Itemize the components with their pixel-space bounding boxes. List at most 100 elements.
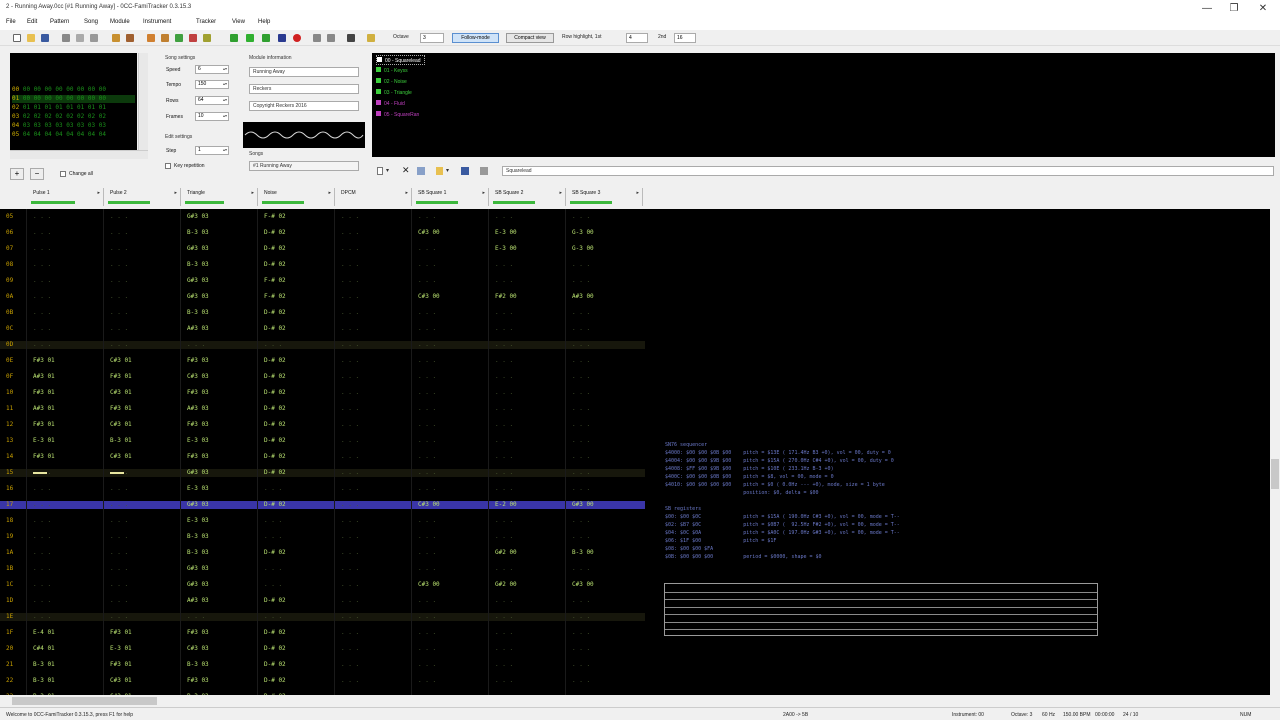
pattern-cell[interactable]: B-3 03 [187,549,209,557]
pattern-cell[interactable]: . . . [495,277,513,285]
save-icon[interactable] [41,34,49,42]
pattern-cell[interactable]: . . . [187,341,205,349]
pattern-horizontal-scrollbar[interactable] [0,695,1270,707]
pattern-cell[interactable]: . . . [572,437,590,445]
pattern-cell[interactable]: E-3 00 [495,245,517,253]
pattern-cell[interactable]: C#3 01 [110,421,132,429]
pattern-cell[interactable]: . . . [33,597,51,605]
maximize-button[interactable]: ❐ [1221,0,1247,18]
settings-icon[interactable] [347,34,355,42]
pattern-cell[interactable]: . . . [264,517,282,525]
pattern-row[interactable]: 05 . . . . . . G#3 03 F-# 02 . . . . . . . . ..… [0,213,645,221]
menu-module[interactable]: Module [110,19,130,25]
pattern-cell[interactable]: F#3 03 [187,421,209,429]
pattern-cell[interactable]: D-# 02 [264,453,286,461]
pattern-row[interactable]: 1D . . . . . . A#3 03 D-# 02 . . . . . . . . ..… [0,597,645,605]
pattern-cell[interactable]: . . . [495,613,513,621]
pattern-cell[interactable]: . . . [418,213,436,221]
add-frame-button[interactable]: + [10,168,24,180]
pattern-cell[interactable]: F#3 03 [187,677,209,685]
pattern-cell[interactable]: G#3 03 [187,581,209,589]
pattern-cell[interactable]: F#3 01 [33,389,55,397]
pattern-cell[interactable]: E-4 01 [33,629,55,637]
pattern-cell[interactable]: D-# 02 [264,469,286,477]
channel-header-item[interactable]: Pulse 1 ▸ [27,188,104,206]
channel-header-item[interactable]: SB Square 1 ▸ [412,188,489,206]
pattern-cell[interactable]: . . . [495,389,513,397]
pattern-cell[interactable]: . . . [572,677,590,685]
pattern-cell[interactable]: . . . [418,613,436,621]
pattern-cell[interactable]: . . . [341,293,359,301]
pattern-cell[interactable]: F-# 02 [264,213,286,221]
pattern-cell[interactable]: C#3 03 [187,645,209,653]
pattern-cell[interactable]: E-3 03 [187,485,209,493]
module-author-field[interactable]: Reckers [249,84,359,94]
new-file-icon[interactable] [13,34,21,42]
pattern-cell[interactable]: . . . [495,261,513,269]
pattern-cell[interactable]: . . . [110,533,128,541]
pattern-cell[interactable]: G#3 03 [187,565,209,573]
expand-channel-icon[interactable]: ▸ [482,190,485,196]
pattern-cell[interactable]: . . . [341,629,359,637]
pattern-row-current[interactable]: 17 . . . . . . G#3 03 D-# 02 . . . C#3 00 E-2 0… [0,501,645,509]
pattern-cell[interactable]: . . . [495,373,513,381]
frame-list-hscroll[interactable] [10,150,148,159]
pattern-cell[interactable]: . . . [341,645,359,653]
pattern-cell[interactable]: . . . [110,597,128,605]
pattern-cell[interactable]: . . . [418,437,436,445]
pattern-cell[interactable]: F#3 01 [110,629,132,637]
pattern-cell[interactable]: B-3 01 [33,677,55,685]
pattern-row[interactable]: 19 . . . . . . B-3 03 . . . . . . . . . . . . . … [0,533,645,541]
expand-channel-icon[interactable]: ▸ [251,190,254,196]
pattern-cell[interactable]: . . . [418,597,436,605]
channel-header-item[interactable]: SB Square 2 ▸ [489,188,566,206]
channel-header-item[interactable]: SB Square 3 ▸ [566,188,643,206]
pattern-row[interactable]: 0F A#3 01 F#3 01 C#3 03 D-# 02 . . . . . . . . … [0,373,645,381]
pattern-cell[interactable]: . . . [418,245,436,253]
instrument-name-field[interactable]: Squarelead [502,166,1274,176]
help-icon[interactable] [367,34,375,42]
pattern-cell[interactable]: . . . [418,357,436,365]
pattern-cell[interactable]: . . . [110,341,128,349]
record-icon[interactable] [293,34,301,42]
pattern-cell[interactable]: . . . [572,213,590,221]
pattern-cell[interactable]: . . . [495,405,513,413]
pattern-cell[interactable]: . . . [418,629,436,637]
pattern-cell[interactable]: B-3 01 [33,661,55,669]
pattern-cell[interactable]: . . . [33,549,51,557]
pattern-row[interactable]: 21 B-3 01 F#3 01 B-3 03 D-# 02 . . . . . . . . … [0,661,645,669]
pattern-cell[interactable]: . . . [495,341,513,349]
pattern-cell[interactable]: . . . [418,261,436,269]
pattern-cell[interactable]: . . . [33,613,51,621]
pattern-cell[interactable]: . . . [33,261,51,269]
menu-pattern[interactable]: Pattern [50,19,69,25]
pattern-cell[interactable]: B-3 03 [187,309,209,317]
pattern-cell[interactable]: . . . [495,661,513,669]
pattern-cell[interactable]: . . . [341,485,359,493]
pattern-cell[interactable]: . . . [110,309,128,317]
pattern-cell[interactable]: E-2 00 [495,501,517,509]
pattern-cell[interactable]: . . . [495,421,513,429]
pattern-editor[interactable]: 05 . . . . . . G#3 03 F-# 02 . . . . . . . . ..… [0,209,1270,695]
pattern-cell[interactable]: . . . [341,325,359,333]
pattern-cell[interactable]: D-# 02 [264,645,286,653]
pattern-row[interactable]: 10 F#3 01 C#3 01 F#3 03 D-# 02 . . . . . . . . … [0,389,645,397]
pattern-cell[interactable]: . . . [495,597,513,605]
pattern-cell[interactable]: . . . [341,613,359,621]
pattern-row[interactable]: 1E . . . . . . . . . . . . . . . . . . . . . . .… [0,613,645,621]
tempo-input[interactable]: 150 [195,80,229,89]
pattern-cell[interactable]: . . . [572,661,590,669]
next-song-icon[interactable] [161,34,169,42]
pattern-cell[interactable]: F#3 01 [33,453,55,461]
pattern-cell[interactable]: . . . [418,517,436,525]
pattern-cell[interactable]: . . . [418,325,436,333]
pattern-cell[interactable]: . . . [418,565,436,573]
pattern-cell[interactable]: . . . [572,325,590,333]
pattern-cell[interactable]: C#3 01 [110,389,132,397]
pattern-cell[interactable]: . . . [495,325,513,333]
pattern-cell[interactable]: . . . [495,645,513,653]
pattern-cell[interactable]: A#3 03 [187,325,209,333]
pattern-cell[interactable]: C#3 00 [572,581,594,589]
pattern-cell[interactable]: F#3 03 [187,629,209,637]
pattern-cell[interactable]: . . . [341,581,359,589]
